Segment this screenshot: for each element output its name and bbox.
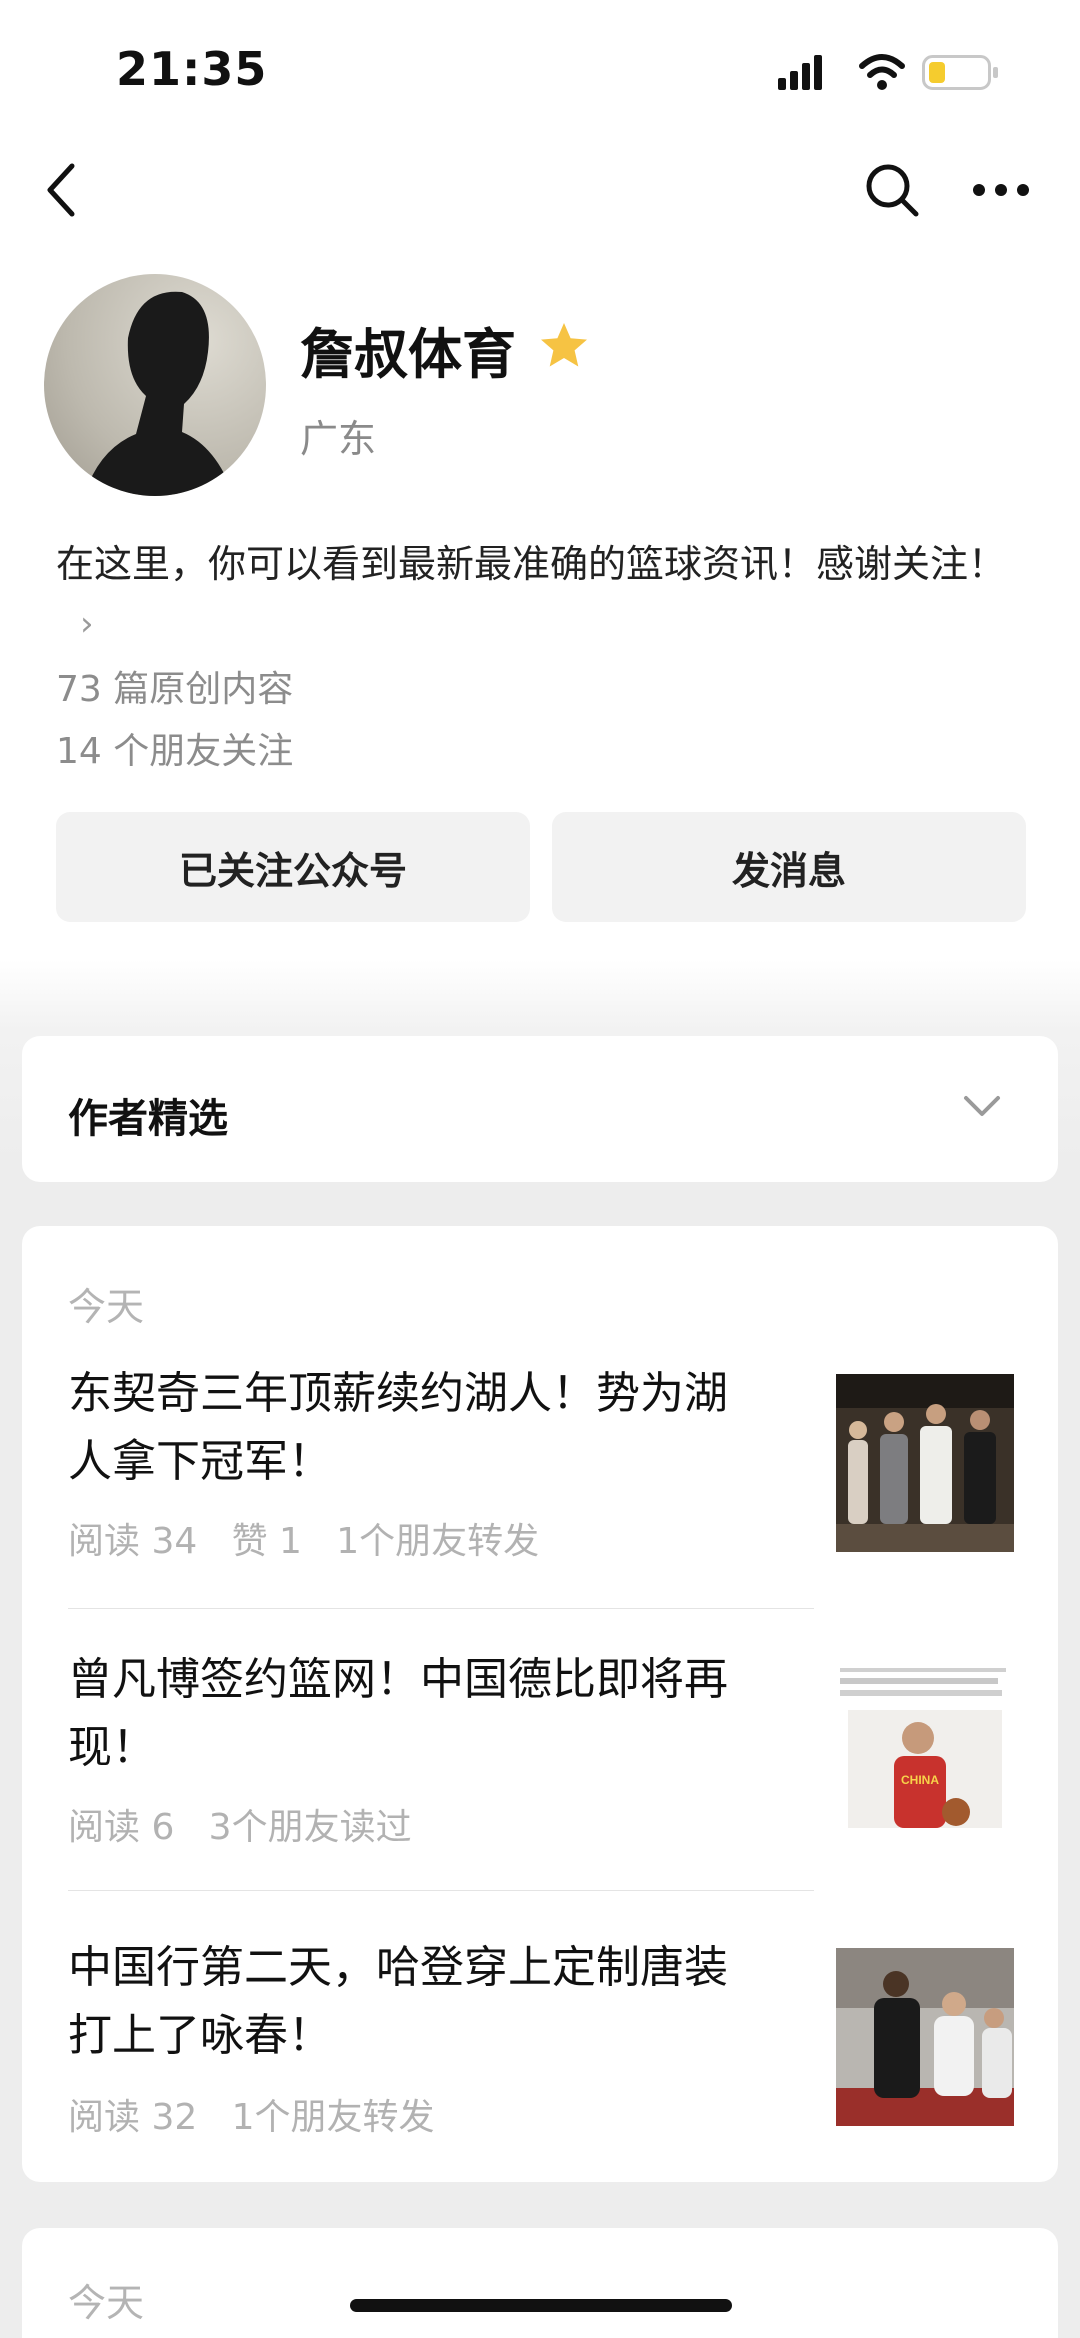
home-indicator[interactable] [350,2299,732,2312]
status-icons [778,54,998,90]
article-thumbnail [836,1374,1014,1552]
articles-card: 今天 东契奇三年顶薪续约湖人！势为湖 人拿下冠军！ 阅读 34 赞 1 1个朋友… [22,1226,1058,2182]
chevron-right-icon: › [80,604,94,644]
friends-following[interactable]: 14 个朋友关注 [56,722,293,774]
article-title: 曾凡博签约篮网！中国德比即将再 现！ [68,1654,728,1773]
divider [68,1608,814,1609]
author-featured-card[interactable]: 作者精选 [22,1036,1058,1182]
article-title: 中国行第二天，哈登穿上定制唐装 打上了咏春！ [68,1942,728,2061]
followed-button[interactable]: 已关注公众号 [56,812,530,922]
star-icon [541,323,587,367]
avatar[interactable] [44,274,266,496]
account-name: 詹叔体育 [300,323,516,386]
wifi-icon [859,54,905,90]
send-message-button[interactable]: 发消息 [552,812,1026,922]
article-meta: 阅读 34 赞 1 1个朋友转发 [68,1521,540,1562]
article-thumbnail [836,1948,1014,2126]
cellular-signal-icon [778,55,822,90]
bio-text: 在这里，你可以看到最新最准确的篮球资讯！感谢关注！ [56,542,1007,586]
featured-title: 作者精选 [68,1096,228,1142]
original-count: 73 篇原创内容 [56,669,294,710]
battery-icon [922,55,998,90]
date-label: 今天 [68,2281,145,2325]
account-bio[interactable]: 在这里，你可以看到最新最准确的篮球资讯！感谢关注！ › [56,535,1016,653]
article-meta: 阅读 32 1个朋友转发 [68,2097,435,2138]
article-meta: 阅读 6 3个朋友读过 [68,1807,412,1848]
account-region: 广东 [300,417,377,461]
article-title: 东契奇三年顶薪续约湖人！势为湖 人拿下冠军！ [68,1368,728,1487]
status-time: 21:35 [116,42,268,96]
svg-text:CHINA: CHINA [901,1773,939,1787]
profile-screen: 21:35 詹叔体育 广东 在这里，你可以看到最新最准确的篮球资讯！感谢关注！›… [0,0,1080,2338]
date-label: 今天 [68,1285,145,1329]
articles-card-next: 今天 [22,2228,1058,2338]
article-thumbnail: CHINA [836,1660,1014,1838]
more-dots-icon[interactable] [972,170,1030,210]
search-icon[interactable] [864,162,920,218]
chevron-left-icon[interactable] [40,160,84,220]
divider [68,1890,814,1891]
chevron-down-icon[interactable] [962,1092,1002,1120]
